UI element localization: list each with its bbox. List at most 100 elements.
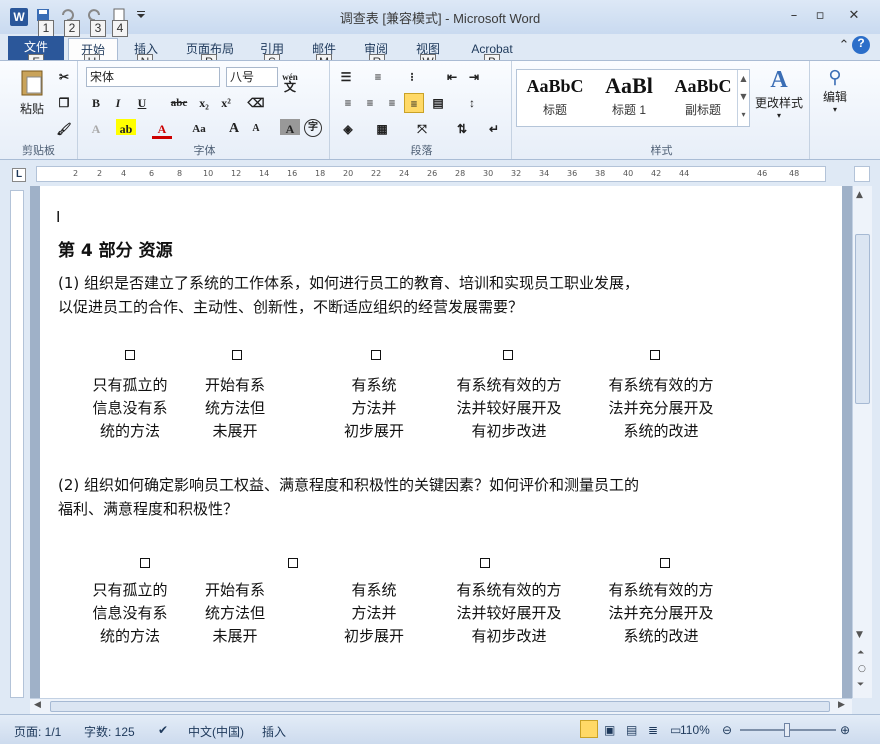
change-styles-button[interactable]: A 更改样式 ▾ xyxy=(752,67,806,120)
vertical-scrollbar[interactable]: ▲ ▼ ⏶ ○ ⏷ xyxy=(852,186,872,698)
status-page[interactable]: 页面: 1/1 xyxy=(14,723,61,740)
align-left-icon[interactable]: ≡ xyxy=(338,93,358,113)
vertical-ruler[interactable] xyxy=(10,190,24,698)
print-layout-icon[interactable] xyxy=(580,720,598,738)
q1-checkbox-2[interactable] xyxy=(232,350,242,360)
increase-indent-icon[interactable]: ⇥ xyxy=(464,67,484,87)
italic-button[interactable]: I xyxy=(108,93,128,113)
q1-option-5: 有系统有效的方 法并充分展开及 系统的改进 xyxy=(608,376,714,440)
outline-icon[interactable]: ≣ xyxy=(648,723,658,737)
highlight-icon[interactable]: ab xyxy=(116,119,136,136)
scroll-up-icon[interactable]: ▲ xyxy=(856,190,863,200)
q1-checkbox-1[interactable] xyxy=(125,350,135,360)
sort-icon[interactable]: ⇅ xyxy=(452,119,472,139)
q2-checkbox-1[interactable] xyxy=(140,558,150,568)
q2-checkbox-3[interactable] xyxy=(480,558,490,568)
font-size-combo[interactable]: 八号 xyxy=(226,67,278,87)
section-heading: 第 4 部分 资源 xyxy=(58,241,173,261)
scroll-right-icon[interactable]: ▶ xyxy=(838,700,845,710)
line-spacing-icon[interactable]: ↕ xyxy=(462,93,482,113)
change-case-button[interactable]: Aa xyxy=(186,119,212,139)
clear-format-icon[interactable]: ⌫ xyxy=(246,93,266,113)
scroll-down-icon[interactable]: ▼ xyxy=(856,630,863,640)
paste-button[interactable]: 粘贴 xyxy=(10,67,54,127)
font-color-icon[interactable]: A xyxy=(152,119,172,139)
status-language[interactable]: 中文(中国) xyxy=(188,723,244,740)
q2-option-5: 有系统有效的方 法并充分展开及 系统的改进 xyxy=(608,581,714,645)
maximize-icon[interactable]: ▫ xyxy=(808,8,832,26)
close-icon[interactable]: ✕ xyxy=(842,8,866,26)
chinese-layout-icon[interactable]: ⤧ xyxy=(412,119,432,139)
text-effects-icon[interactable]: A xyxy=(86,119,106,139)
full-screen-icon[interactable]: ▣ xyxy=(604,723,615,737)
clipboard-label: 剪贴板 xyxy=(22,145,55,157)
page[interactable]: I 第 4 部分 资源 (1) 组织是否建立了系统的工作体系，如何进行员工的教育… xyxy=(40,186,842,698)
distributed-icon[interactable]: ▤ xyxy=(428,93,448,113)
styles-group: AaBbC 标题 AaBl 标题 1 AaBbC 副标题 ▲ ▼ ▾ A 更改样式 … xyxy=(514,61,810,159)
q1-checkbox-5[interactable] xyxy=(650,350,660,360)
horizontal-scrollbar[interactable]: ◀ ▶ xyxy=(30,698,852,714)
editing-button[interactable]: ⚲ 编辑 ▾ xyxy=(816,67,854,114)
binoculars-icon: ⚲ xyxy=(828,67,842,87)
underline-button[interactable]: U xyxy=(132,93,152,113)
q1-checkbox-3[interactable] xyxy=(371,350,381,360)
show-marks-icon[interactable]: ↵ xyxy=(484,119,504,139)
style-heading-1[interactable]: AaBl 标题 1 xyxy=(593,70,665,126)
question-1-line-2: 以促进员工的合作、主动性、创新性，不断适应组织的经营发展需要？ xyxy=(58,298,524,316)
clipboard-group: 粘贴 ✂ ❐ 🖌 剪贴板 xyxy=(0,61,78,159)
tab-selector[interactable]: L xyxy=(12,168,26,182)
q1-checkbox-4[interactable] xyxy=(503,350,513,360)
horizontal-ruler[interactable]: 2 2 4 6 8 10 12 14 16 18 20 22 24 26 28 … xyxy=(36,166,826,182)
scrollbar-thumb[interactable] xyxy=(855,234,870,404)
proofing-icon[interactable]: ✔ xyxy=(158,723,168,737)
copy-icon[interactable]: ❐ xyxy=(54,93,74,113)
format-painter-icon[interactable]: 🖌 xyxy=(54,119,74,139)
web-layout-icon[interactable]: ▤ xyxy=(626,723,637,737)
status-insert-mode[interactable]: 插入 xyxy=(262,723,286,740)
q2-option-2: 开始有系 统方法但 未展开 xyxy=(204,581,265,645)
align-right-icon[interactable]: ≡ xyxy=(382,93,402,113)
justify-icon[interactable]: ≡ xyxy=(404,93,424,113)
minimize-icon[interactable]: – xyxy=(782,8,806,26)
editing-group: ⚲ 编辑 ▾ xyxy=(812,61,858,159)
superscript-button[interactable]: x² xyxy=(216,93,236,113)
shrink-font-button[interactable]: A xyxy=(246,119,266,139)
zoom-in-icon[interactable]: ⊕ xyxy=(840,723,850,737)
title-bar: W 1 2 3 4 调查表 [兼容模式] - Microsoft Word – … xyxy=(0,0,880,37)
numbering-icon[interactable]: ≡ xyxy=(368,67,388,87)
shading-icon[interactable]: ◈ xyxy=(338,119,358,139)
prev-page-icon[interactable]: ⏶ xyxy=(857,648,864,658)
zoom-level[interactable]: 110% xyxy=(680,723,710,737)
q2-option-1: 只有孤立的 信息没有系 统的方法 xyxy=(92,581,168,645)
multilevel-list-icon[interactable]: ⁝ xyxy=(402,67,422,87)
q2-checkbox-2[interactable] xyxy=(288,558,298,568)
cut-icon[interactable]: ✂ xyxy=(54,67,74,87)
enclose-char-button[interactable]: 字 xyxy=(304,119,322,137)
borders-icon[interactable]: ▦ xyxy=(372,119,392,139)
align-center-icon[interactable]: ≡ xyxy=(360,93,380,113)
decrease-indent-icon[interactable]: ⇤ xyxy=(442,67,462,87)
select-browse-object-icon[interactable]: ○ xyxy=(858,664,866,674)
hscroll-thumb[interactable] xyxy=(50,701,830,712)
window-title: 调查表 [兼容模式] - Microsoft Word xyxy=(339,11,541,26)
style-title[interactable]: AaBbC 标题 xyxy=(519,70,591,126)
strikethrough-button[interactable]: abc xyxy=(166,93,192,113)
paste-icon xyxy=(21,70,43,96)
bullets-icon[interactable]: ☰ xyxy=(336,67,356,87)
bold-button[interactable]: B xyxy=(86,93,106,113)
help-icon[interactable]: ? xyxy=(852,36,870,54)
scroll-left-icon[interactable]: ◀ xyxy=(34,700,41,710)
zoom-slider-thumb[interactable] xyxy=(784,723,790,737)
font-name-combo[interactable]: 宋体 xyxy=(86,67,220,87)
status-words[interactable]: 字数: 125 xyxy=(84,723,135,740)
styles-scroll-icon[interactable]: ▲ ▼ ▾ xyxy=(737,70,749,126)
subscript-button[interactable]: x₂ xyxy=(194,93,214,113)
zoom-out-icon[interactable]: ⊖ xyxy=(722,723,732,737)
view-ruler-icon[interactable] xyxy=(854,166,870,182)
q2-checkbox-4[interactable] xyxy=(660,558,670,568)
char-shading-button[interactable]: A xyxy=(280,119,300,136)
grow-font-button[interactable]: A xyxy=(224,119,244,139)
style-subtitle[interactable]: AaBbC 副标题 xyxy=(667,70,739,126)
font-group: 宋体 八号 wén 文 B I U abc x₂ x² ⌫ A ab A Aa … xyxy=(80,61,330,159)
next-page-icon[interactable]: ⏷ xyxy=(857,680,864,690)
